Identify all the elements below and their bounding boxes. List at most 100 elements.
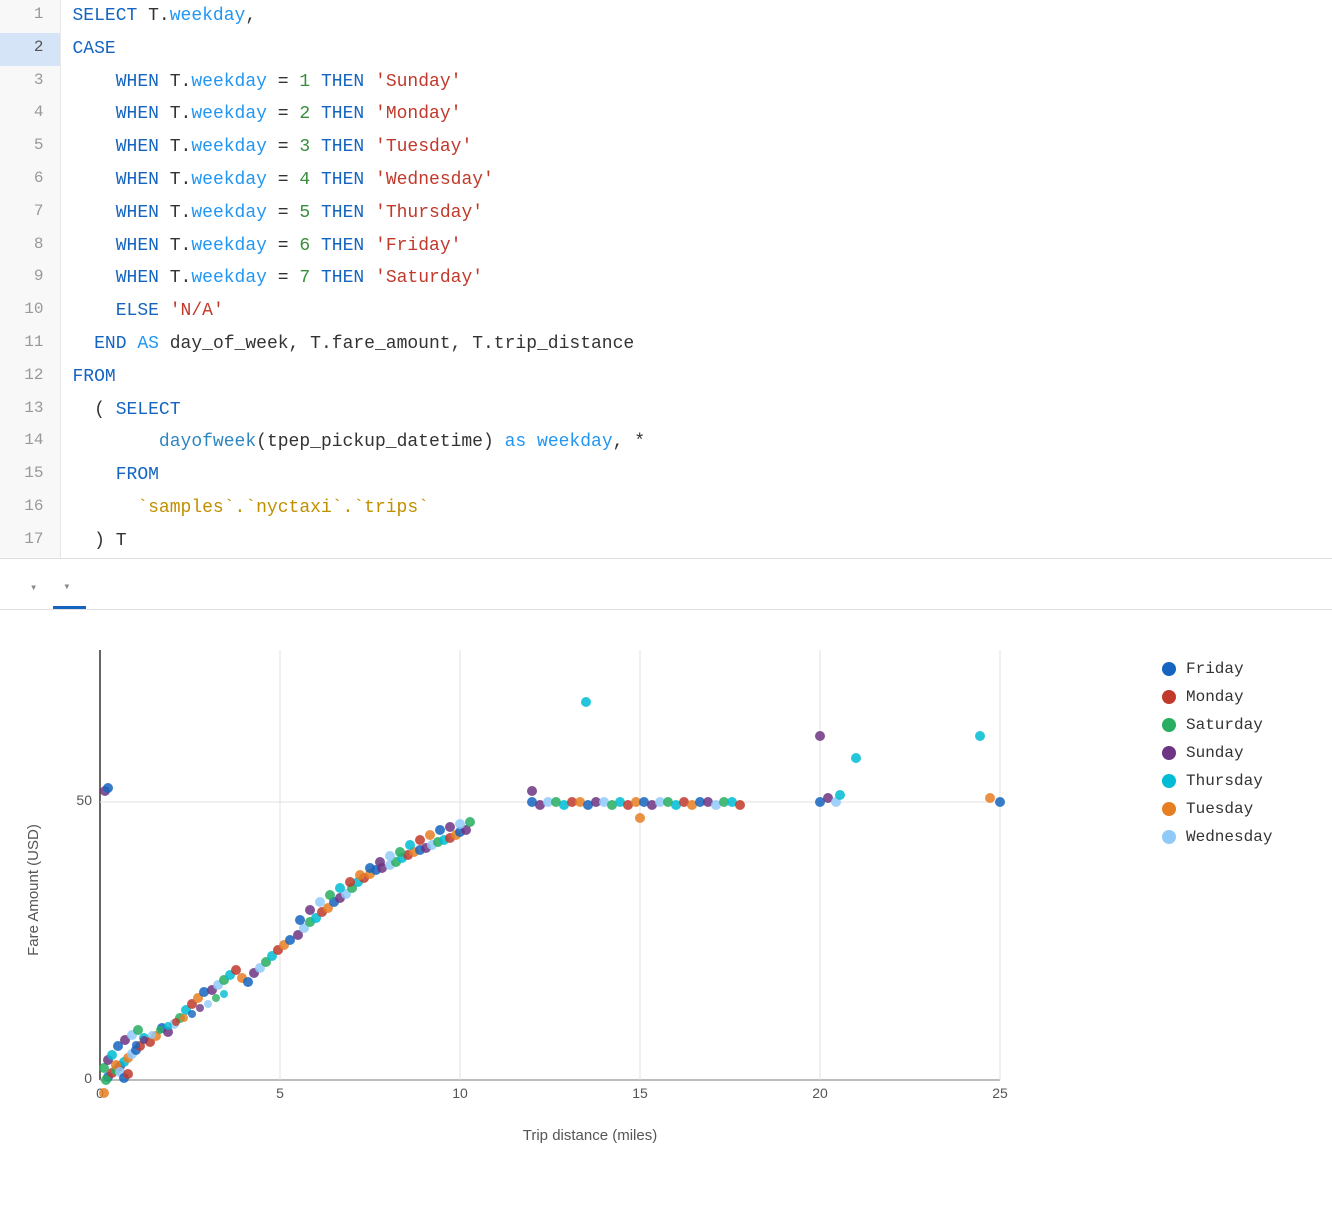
code-token — [310, 236, 321, 256]
line-number: 8 — [0, 230, 60, 263]
line-content: ( SELECT — [60, 394, 1332, 427]
line-number: 12 — [0, 361, 60, 394]
line-number: 11 — [0, 328, 60, 361]
code-token — [364, 170, 375, 190]
legend-label: Wednesday — [1186, 828, 1272, 846]
code-token: T. — [159, 203, 191, 223]
line-content: ELSE 'N/A' — [60, 295, 1332, 328]
code-token — [73, 268, 116, 288]
results-section: ▾ ▾ Fare Amount (USD) Trip distance (mil… — [0, 559, 1332, 1185]
code-token: THEN — [321, 170, 364, 190]
code-token: dayofweek — [159, 432, 256, 452]
chart-area: Fare Amount (USD) Trip distance (miles) … — [0, 610, 1332, 1185]
code-token: THEN — [321, 203, 364, 223]
legend-label: Thursday — [1186, 772, 1263, 790]
tab-fare-by-distance[interactable]: ▾ — [53, 571, 86, 609]
code-token — [73, 104, 116, 124]
chart-legend: FridayMondaySaturdaySundayThursdayTuesda… — [1162, 630, 1302, 1155]
line-content: CASE — [60, 33, 1332, 66]
line-number: 6 — [0, 164, 60, 197]
code-token — [310, 268, 321, 288]
tab-fare-chevron: ▾ — [63, 579, 70, 594]
legend-item: Wednesday — [1162, 828, 1302, 846]
legend-dot — [1162, 662, 1176, 676]
line-number: 13 — [0, 394, 60, 427]
code-token: = — [267, 104, 299, 124]
code-token: = — [267, 268, 299, 288]
code-line: 15 FROM — [0, 459, 1332, 492]
line-number: 2 — [0, 33, 60, 66]
code-token — [310, 137, 321, 157]
line-number: 14 — [0, 426, 60, 459]
code-token: ELSE — [116, 301, 159, 321]
code-token: 'N/A' — [170, 301, 224, 321]
code-token — [526, 432, 537, 452]
code-token: T. — [159, 104, 191, 124]
code-token: 7 — [299, 268, 310, 288]
code-line: 5 WHEN T.weekday = 3 THEN 'Tuesday' — [0, 131, 1332, 164]
legend-dot — [1162, 802, 1176, 816]
code-token: weekday — [191, 268, 267, 288]
svg-text:Trip distance (miles): Trip distance (miles) — [523, 1127, 657, 1144]
code-token: SELECT — [116, 400, 181, 420]
code-token: (tpep_pickup_datetime) — [256, 432, 504, 452]
svg-text:10: 10 — [452, 1085, 468, 1101]
legend-dot — [1162, 690, 1176, 704]
line-content: WHEN T.weekday = 1 THEN 'Sunday' — [60, 66, 1332, 99]
code-line: 10 ELSE 'N/A' — [0, 295, 1332, 328]
code-token: weekday — [191, 203, 267, 223]
code-token: 'Tuesday' — [375, 137, 472, 157]
code-token: , — [245, 6, 256, 26]
code-token — [73, 432, 159, 452]
code-token: weekday — [191, 236, 267, 256]
code-token: as — [505, 432, 527, 452]
legend-label: Monday — [1186, 688, 1244, 706]
code-token — [73, 137, 116, 157]
code-token: THEN — [321, 236, 364, 256]
svg-text:Fare Amount (USD): Fare Amount (USD) — [25, 824, 42, 956]
code-token: AS — [137, 334, 159, 354]
line-number: 1 — [0, 0, 60, 33]
legend-dot — [1162, 774, 1176, 788]
code-line: 4 WHEN T.weekday = 2 THEN 'Monday' — [0, 98, 1332, 131]
line-content: WHEN T.weekday = 7 THEN 'Saturday' — [60, 262, 1332, 295]
code-token: 4 — [299, 170, 310, 190]
code-token — [73, 203, 116, 223]
code-token — [364, 203, 375, 223]
code-line: 17 ) T — [0, 525, 1332, 558]
code-token: WHEN — [116, 72, 159, 92]
line-number: 3 — [0, 66, 60, 99]
code-token: = — [267, 170, 299, 190]
code-token: 6 — [299, 236, 310, 256]
chart-container: Fare Amount (USD) Trip distance (miles) … — [20, 630, 1142, 1155]
code-line: 12FROM — [0, 361, 1332, 394]
legend-item: Sunday — [1162, 744, 1302, 762]
code-line: 11 END AS day_of_week, T.fare_amount, T.… — [0, 328, 1332, 361]
code-token: ) T — [73, 531, 127, 551]
line-content: SELECT T.weekday, — [60, 0, 1332, 33]
code-token: WHEN — [116, 268, 159, 288]
code-token: WHEN — [116, 170, 159, 190]
code-token: T. — [159, 268, 191, 288]
code-token: weekday — [537, 432, 613, 452]
code-line: 1SELECT T.weekday, — [0, 0, 1332, 33]
code-token: THEN — [321, 72, 364, 92]
tab-add-button[interactable] — [86, 580, 106, 600]
code-token — [310, 203, 321, 223]
line-number: 17 — [0, 525, 60, 558]
code-token: 1 — [299, 72, 310, 92]
code-token — [73, 498, 138, 518]
legend-item: Thursday — [1162, 772, 1302, 790]
code-token: weekday — [191, 104, 267, 124]
code-token: END — [94, 334, 126, 354]
code-editor: 1SELECT T.weekday,2CASE3 WHEN T.weekday … — [0, 0, 1332, 559]
legend-label: Tuesday — [1186, 800, 1253, 818]
code-line: 2 CASE — [0, 33, 1332, 66]
code-token: 2 — [299, 104, 310, 124]
line-number: 7 — [0, 197, 60, 230]
tab-results[interactable]: ▾ — [20, 572, 53, 607]
code-token: WHEN — [116, 203, 159, 223]
legend-dot — [1162, 718, 1176, 732]
code-token: CASE — [73, 39, 116, 59]
legend-dot — [1162, 830, 1176, 844]
